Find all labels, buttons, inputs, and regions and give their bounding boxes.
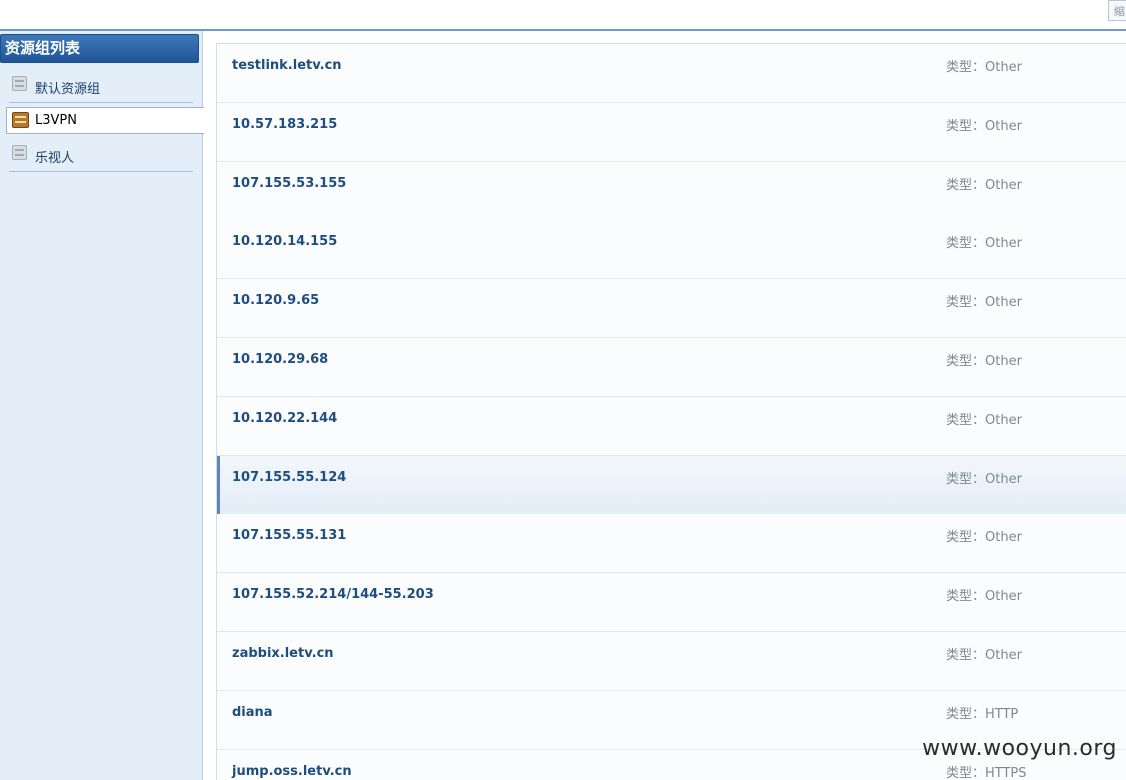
resource-name-link[interactable]: 107.155.55.124 [232,470,346,485]
resource-type: 类型：Other [946,295,1022,310]
top-bar: 縮 [0,0,1126,31]
resource-type: 类型：HTTPS [946,766,1027,780]
resource-name-link[interactable]: 107.155.55.131 [232,528,346,543]
resource-row[interactable]: 10.120.22.144 类型：Other [217,397,1126,456]
resource-type: 类型：Other [946,178,1022,193]
resource-name-link[interactable]: testlink.letv.cn [232,58,342,73]
resource-row[interactable]: 10.57.183.215 类型：Other [217,103,1126,162]
resource-type: 类型：HTTP [946,707,1019,722]
resource-type: 类型：Other [946,119,1022,134]
resource-name-link[interactable]: 10.57.183.215 [232,117,337,132]
resource-type: 类型：Other [946,60,1022,75]
resource-group-icon [12,76,27,91]
sidebar-title: 资源组列表 [0,34,199,63]
group-item-label: 乐视人 [35,151,75,166]
resource-group-icon [12,145,27,160]
resource-row[interactable]: 10.120.9.65 类型：Other [217,279,1126,338]
resource-group-open-icon [12,112,29,128]
resource-name-link[interactable]: 10.120.29.68 [232,352,328,367]
resource-row[interactable]: testlink.letv.cn 类型：Other [217,44,1126,103]
resource-type: 类型：Other [946,354,1022,369]
resource-name-link[interactable]: diana [232,705,273,720]
resource-type: 类型：Other [946,589,1022,604]
group-item-label: L3VPN [35,113,77,128]
group-item-l3vpn[interactable]: L3VPN [6,107,204,134]
resource-list: testlink.letv.cn 类型：Other 10.57.183.215 … [216,43,1126,780]
resource-group-sidebar: 资源组列表 默认资源组 L3VPN 乐视人 [0,31,204,780]
watermark: www.wooyun.org [922,736,1117,761]
resource-name-link[interactable]: 10.120.22.144 [232,411,337,426]
resource-type: 类型：Other [946,472,1022,487]
resource-type: 类型：Other [946,413,1022,428]
resource-name-link[interactable]: 107.155.52.214/144-55.203 [232,587,434,602]
resource-name-link[interactable]: 10.120.9.65 [232,293,319,308]
group-item-label: 默认资源组 [35,82,101,97]
resource-row[interactable]: 107.155.53.155 类型：Other [217,162,1126,221]
resource-name-link[interactable]: 10.120.14.155 [232,234,337,249]
resource-name-link[interactable]: zabbix.letv.cn [232,646,334,661]
resource-row[interactable]: 10.120.14.155 类型：Other [217,220,1126,279]
resource-row[interactable]: 107.155.52.214/144-55.203 类型：Other [217,573,1126,632]
group-item-default[interactable]: 默认资源组 [9,69,193,103]
resource-name-link[interactable]: jump.oss.letv.cn [232,764,352,779]
group-item-letv-people[interactable]: 乐视人 [9,138,193,172]
resource-type: 类型：Other [946,648,1022,663]
resource-row-hovered[interactable]: 107.155.55.124 类型：Other [217,456,1126,515]
resource-row[interactable]: 107.155.55.131 类型：Other [217,514,1126,573]
collapse-button[interactable]: 縮 [1108,0,1126,21]
resource-type: 类型：Other [946,530,1022,545]
resource-row[interactable]: 10.120.29.68 类型：Other [217,338,1126,397]
resource-type: 类型：Other [946,236,1022,251]
resource-row[interactable]: zabbix.letv.cn 类型：Other [217,632,1126,691]
resource-name-link[interactable]: 107.155.53.155 [232,176,346,191]
